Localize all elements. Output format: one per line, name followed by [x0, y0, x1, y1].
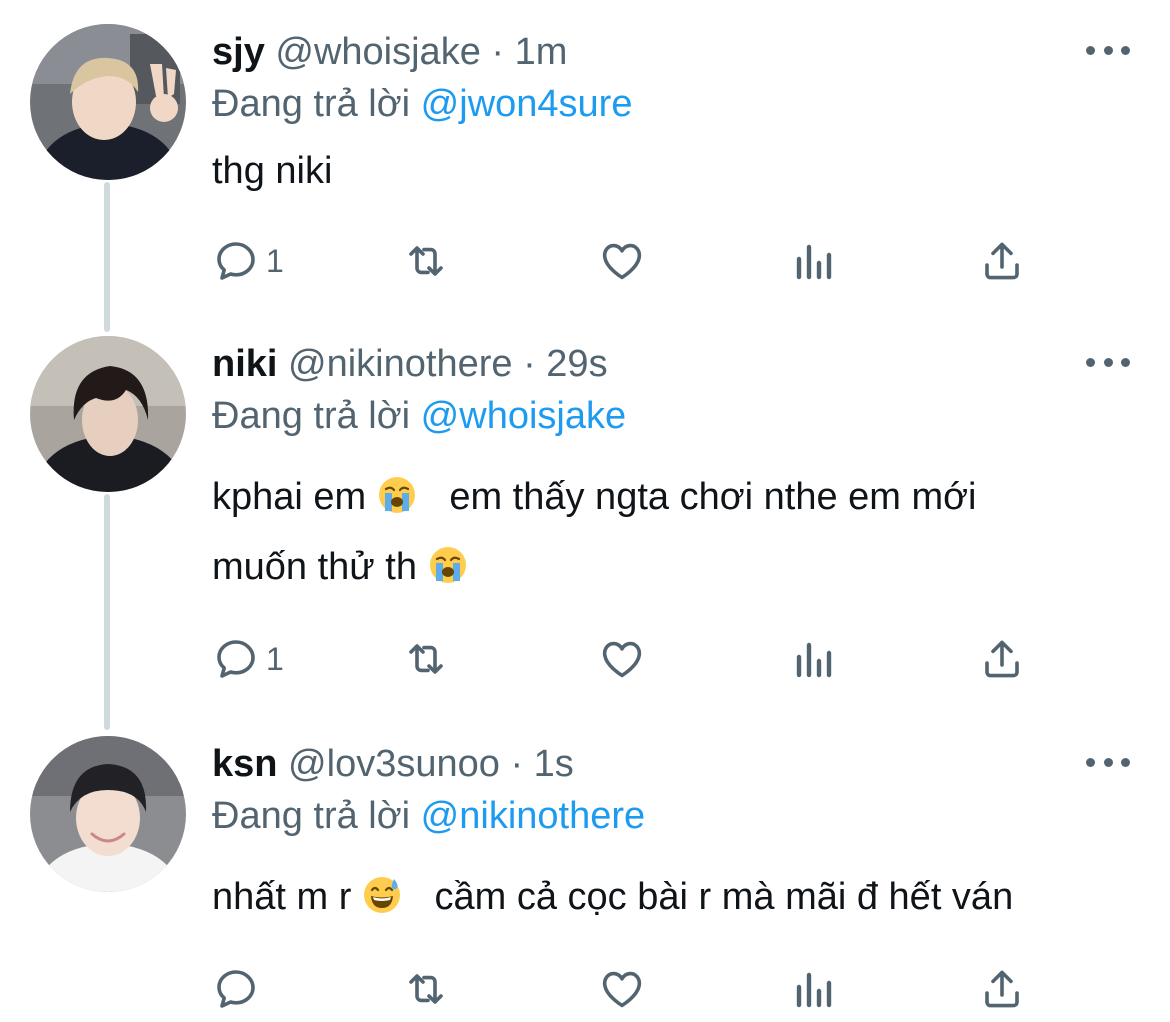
avatar[interactable]	[30, 336, 186, 492]
user-handle[interactable]: @nikinothere	[288, 343, 512, 385]
replying-to-label: Đang trả lời	[212, 395, 411, 437]
analytics-button[interactable]	[790, 634, 838, 684]
retweet-button[interactable]	[402, 634, 450, 684]
retweet-icon	[409, 974, 443, 1004]
mention-link[interactable]: @jwon4sure	[421, 83, 633, 125]
reply-button[interactable]: 1	[212, 634, 284, 684]
avatar[interactable]	[30, 736, 186, 892]
reply-button[interactable]	[212, 964, 266, 1014]
loudly-crying-face-icon	[429, 547, 466, 583]
analytics-button[interactable]	[790, 236, 838, 286]
more-options-icon[interactable]	[1086, 352, 1130, 372]
like-button[interactable]	[598, 236, 646, 286]
tweet-text: nhất m r cầm cả cọc bài r mà mãi đ hết v…	[212, 862, 1142, 932]
reply-icon	[217, 970, 255, 1008]
retweet-icon	[409, 246, 443, 276]
separator: ·	[523, 343, 536, 385]
user-handle[interactable]: @whoisjake	[275, 31, 480, 73]
tweet-header: ksn @lov3sunoo · 1s	[212, 742, 574, 786]
like-icon	[602, 971, 642, 1008]
tweet-text: kphai em em thấy ngta chơi nthe em mới m…	[212, 462, 1142, 602]
like-icon	[602, 243, 642, 280]
mention-link[interactable]: @whoisjake	[421, 395, 626, 437]
retweet-button[interactable]	[402, 236, 450, 286]
analytics-icon	[796, 642, 832, 678]
reply-count: 1	[266, 640, 284, 677]
display-name[interactable]: niki	[212, 343, 277, 385]
more-options-icon[interactable]	[1086, 40, 1130, 60]
tweet-text-part: muốn thử th	[212, 546, 417, 588]
timestamp[interactable]: 1m	[515, 31, 568, 73]
separator: ·	[510, 743, 524, 785]
reply-icon	[217, 640, 255, 678]
loudly-crying-face-icon	[378, 477, 415, 513]
share-button[interactable]	[978, 236, 1026, 286]
tweet-actions: 1	[212, 236, 1032, 286]
reply-count: 1	[266, 242, 284, 279]
replying-to: Đang trả lời @nikinothere	[212, 794, 645, 838]
share-button[interactable]	[978, 634, 1026, 684]
thread-line	[104, 182, 110, 332]
reply-icon	[217, 242, 255, 280]
tweet-actions: 1	[212, 634, 1032, 684]
user-handle[interactable]: @lov3sunoo	[288, 743, 500, 785]
display-name[interactable]: ksn	[212, 743, 277, 785]
tweet-text-part: kphai em	[212, 476, 367, 518]
separator: ·	[491, 31, 505, 73]
replying-to: Đang trả lời @whoisjake	[212, 394, 626, 438]
retweet-button[interactable]	[402, 964, 450, 1014]
tweet-text-part: em thấy ngta chơi nthe em mới	[449, 476, 977, 518]
like-button[interactable]	[598, 964, 646, 1014]
timestamp[interactable]: 1s	[534, 743, 574, 785]
display-name[interactable]: sjy	[212, 31, 265, 73]
share-icon	[985, 640, 1019, 678]
retweet-icon	[409, 644, 443, 674]
like-button[interactable]	[598, 634, 646, 684]
more-options-icon[interactable]	[1086, 752, 1130, 772]
tweet-header: niki @nikinothere · 29s	[212, 342, 608, 386]
tweet-text-part: cầm cả cọc bài r mà mãi đ hết ván	[434, 876, 1014, 918]
replying-to-label: Đang trả lời	[212, 795, 411, 837]
tweet-text-line: thg niki	[212, 150, 333, 192]
share-icon	[985, 242, 1019, 280]
tweet-header: sjy @whoisjake · 1m	[212, 30, 567, 74]
mention-link[interactable]: @nikinothere	[421, 795, 645, 837]
analytics-icon	[796, 972, 832, 1008]
grinning-face-with-sweat-icon	[363, 877, 400, 913]
replying-to-label: Đang trả lời	[212, 83, 411, 125]
share-icon	[985, 970, 1019, 1008]
analytics-button[interactable]	[790, 964, 838, 1014]
thread-line	[104, 494, 110, 730]
analytics-icon	[796, 244, 832, 280]
share-button[interactable]	[978, 964, 1026, 1014]
reply-button[interactable]: 1	[212, 236, 284, 286]
tweet-text-part: nhất m r	[212, 876, 352, 918]
timestamp[interactable]: 29s	[546, 343, 607, 385]
like-icon	[602, 641, 642, 678]
tweet-actions	[212, 964, 1032, 1014]
replying-to: Đang trả lời @jwon4sure	[212, 82, 632, 126]
avatar[interactable]	[30, 24, 186, 180]
tweet-text: thg niki	[212, 136, 1142, 206]
